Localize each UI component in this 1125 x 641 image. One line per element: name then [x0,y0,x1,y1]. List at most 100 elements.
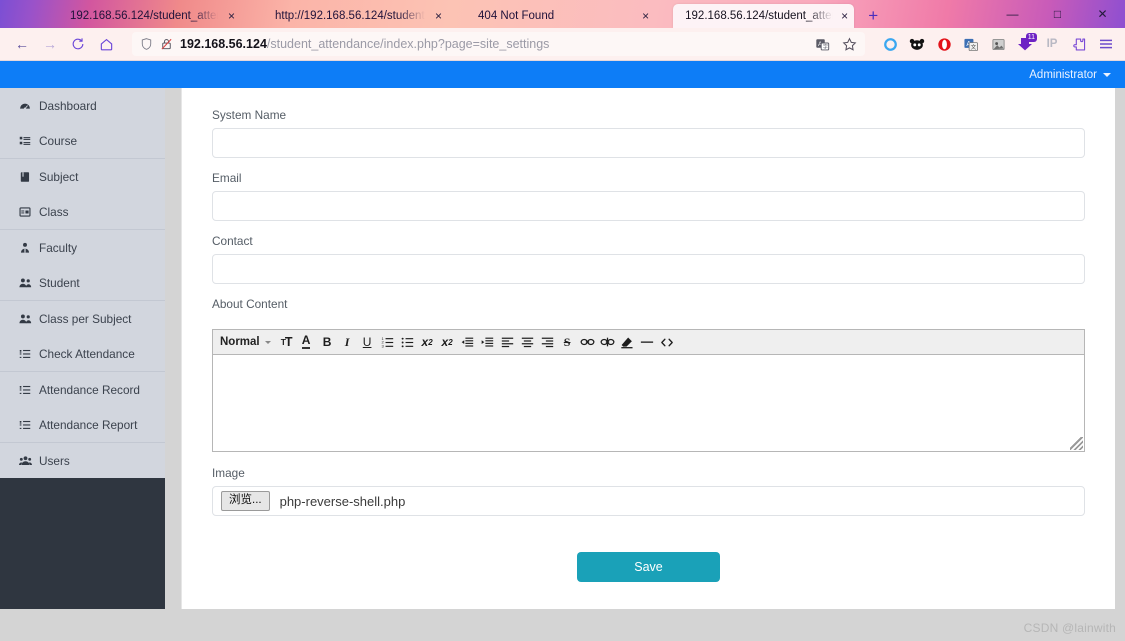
tab-close-icon[interactable]: × [642,10,649,22]
align-center-icon[interactable] [519,331,536,353]
sidebar-item-dashboard[interactable]: Dashboard [0,88,165,123]
image-file-input[interactable]: 浏览... php-reverse-shell.php [212,486,1085,516]
close-window-icon[interactable]: ✕ [1080,0,1125,28]
sidebar-item-student[interactable]: Student [0,265,165,300]
font-size-icon[interactable]: TT [279,331,296,353]
field-image: Image 浏览... php-reverse-shell.php [212,466,1085,516]
url-path: /student_attendance/index.php?page=site_… [266,37,550,51]
browser-window: 192.168.56.124/student_attendan × http:/… [0,0,1125,641]
rich-text-editor: Normal TT A B I U 1 2 3 x 2 x 2 S [212,329,1085,452]
home-button[interactable] [92,31,120,57]
opera-extension-icon[interactable] [933,32,955,56]
list-icon [18,135,32,147]
sidebar-item-label: Attendance Record [39,382,140,397]
extensions-puzzle-icon[interactable] [1068,32,1090,56]
sidebar-item-attendance-report[interactable]: Attendance Report [0,407,165,442]
align-left-icon[interactable] [499,331,516,353]
editor-content[interactable] [212,355,1085,452]
contact-input[interactable] [212,254,1085,284]
sidebar-item-label: Student [39,275,80,290]
text-color-icon[interactable]: A [299,331,316,353]
sync-circle-icon[interactable] [879,32,901,56]
app-top-navbar: Administrator [0,61,1125,88]
downloads-icon[interactable]: 11 [1014,32,1037,56]
selected-file-name: php-reverse-shell.php [279,493,406,509]
user-menu[interactable]: Administrator [1029,69,1111,81]
code-block-icon[interactable] [659,331,676,353]
sidebar-item-label: Class [39,204,69,219]
ordered-list-icon[interactable]: 123 [379,331,396,353]
subscript-icon[interactable]: x2 [419,331,436,353]
format-picker[interactable]: Normal [220,336,271,348]
back-button[interactable]: ← [8,31,36,57]
tab-close-icon[interactable]: × [228,10,235,22]
horizontal-rule-icon[interactable] [639,331,656,353]
sidebar-item-faculty[interactable]: Faculty [0,230,165,265]
tab-title: 192.168.56.124/student_attendan [685,10,833,22]
maximize-icon[interactable]: □ [1035,0,1080,28]
address-bar[interactable]: 192.168.56.124/student_attendance/index.… [132,32,865,56]
strikethrough-icon[interactable]: S [559,331,576,353]
chevron-down-icon [1103,72,1111,77]
tab-close-icon[interactable]: × [435,10,442,22]
form-actions: Save [212,552,1085,582]
tab-close-icon[interactable]: × [841,10,848,22]
tab-title: http://192.168.56.124/student_at [275,10,426,22]
bullet-list-icon[interactable] [399,331,416,353]
indent-icon[interactable] [479,331,496,353]
ip-extension-icon[interactable]: IP [1041,32,1063,56]
sidebar-menu: Dashboard Course Subject Class Faculty S… [0,88,165,478]
extension-toolbar: A文 11 IP [871,32,1117,56]
app-menu-icon[interactable] [1095,32,1117,56]
underline-icon[interactable]: U [359,331,376,353]
task-list-icon [18,419,32,431]
browser-toolbar: ← → 192.168.56.124/student_attendance/in… [0,28,1125,61]
editor-resize-handle[interactable] [1070,437,1083,450]
reload-button[interactable] [64,31,92,57]
lock-crossed-icon[interactable] [160,37,173,51]
browse-button[interactable]: 浏览... [221,491,270,511]
email-input[interactable] [212,191,1085,221]
sidebar-item-users[interactable]: Users [0,443,165,478]
translate-extension-icon[interactable]: A文 [960,32,982,56]
contact-label: Contact [212,234,253,248]
grayscale-extension-icon[interactable] [987,32,1009,56]
sidebar-item-subject[interactable]: Subject [0,159,165,194]
browser-tab-1[interactable]: 192.168.56.124/student_attendan × [58,4,241,28]
shield-icon [140,37,153,51]
minimize-icon[interactable]: — [990,0,1035,28]
sidebar-item-course[interactable]: Course [0,123,165,158]
panda-extension-icon[interactable] [906,32,928,56]
sidebar-item-label: Dashboard [39,98,97,113]
bookmark-star-icon[interactable] [842,37,857,52]
sidebar-item-class[interactable]: Class [0,194,165,229]
users-icon [18,313,32,325]
book-icon [18,171,32,183]
address-bar-actions: A字 [807,37,857,52]
tab-title: 404 Not Found [478,10,555,22]
italic-icon[interactable]: I [339,331,356,353]
user-tie-icon [18,242,32,254]
unlink-icon[interactable] [599,331,616,353]
bold-icon[interactable]: B [319,331,336,353]
editor-toolbar: Normal TT A B I U 1 2 3 x 2 x 2 S [212,329,1085,355]
outdent-icon[interactable] [459,331,476,353]
sidebar-item-attendance-record[interactable]: Attendance Record [0,372,165,407]
clean-format-icon[interactable] [619,331,636,353]
new-tab-button[interactable]: + [860,4,886,28]
browser-tab-2[interactable]: http://192.168.56.124/student_at × [263,4,448,28]
save-button[interactable]: Save [577,552,720,582]
browser-tab-4-active[interactable]: 192.168.56.124/student_attendan × [673,4,855,28]
align-right-icon[interactable] [539,331,556,353]
link-icon[interactable] [579,331,596,353]
translate-page-icon[interactable]: A字 [815,37,830,52]
users-group-icon [18,455,32,467]
sidebar-item-label: Check Attendance [39,346,135,361]
sidebar-item-check-attendance[interactable]: Check Attendance [0,336,165,371]
forward-button[interactable]: → [36,31,64,57]
svg-text:文: 文 [971,43,977,51]
system-name-input[interactable] [212,128,1085,158]
sidebar-item-class-per-subject[interactable]: Class per Subject [0,301,165,336]
superscript-icon[interactable]: x2 [439,331,456,353]
browser-tab-3[interactable]: 404 Not Found × [466,4,655,28]
